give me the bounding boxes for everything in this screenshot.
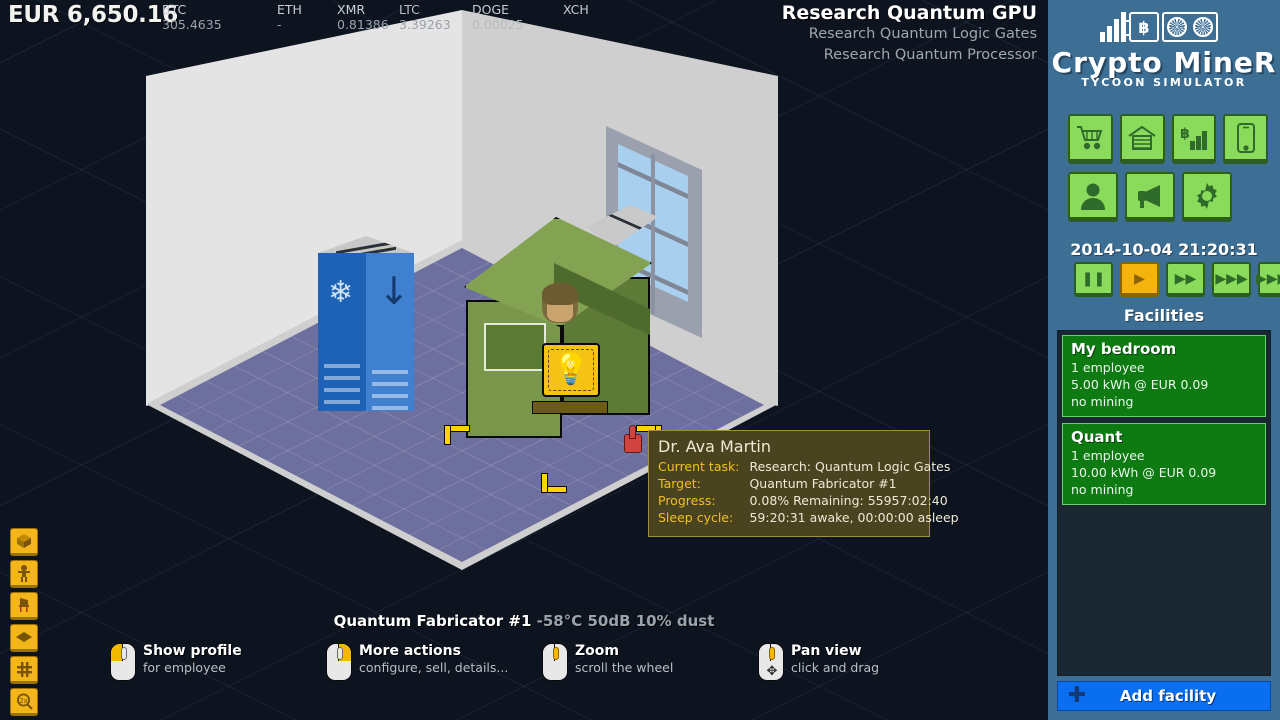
- add-facility-label: Add facility: [1119, 687, 1217, 705]
- research-queue: Research Quantum GPU Research Quantum Lo…: [782, 2, 1037, 66]
- mouse-right-click-icon: [326, 643, 352, 681]
- svg-text:฿: ฿: [1180, 126, 1190, 142]
- tooltip-row: Sleep cycle: 59:20:31 awake, 00:00:00 as…: [658, 510, 959, 525]
- arrow-down-icon: ↓: [378, 269, 410, 313]
- add-facility-button[interactable]: ✚ Add facility: [1057, 681, 1271, 711]
- facilities-title: Facilities: [1123, 306, 1205, 325]
- research-bulb-icon: 💡: [542, 343, 600, 397]
- tooltip-row: Current task: Research: Quantum Logic Ga…: [658, 459, 951, 474]
- plus-icon: ✚: [1067, 683, 1087, 708]
- megaphone-icon[interactable]: [1125, 172, 1175, 222]
- tooltip-row: Target: Quantum Fabricator #1: [658, 476, 897, 491]
- snowflake-icon: ❄: [328, 275, 354, 310]
- tooltip-employee-name: Dr. Ava Martin: [658, 437, 772, 456]
- research-next-2: Research Quantum Processor: [823, 47, 1037, 63]
- gear-icon[interactable]: [1182, 172, 1232, 222]
- warehouse-icon[interactable]: [1119, 114, 1165, 164]
- research-next-1: Research Quantum Logic Gates: [808, 26, 1037, 42]
- facility-item[interactable]: Quant 1 employee 10.00 kWh @ EUR 0.09 no…: [1062, 423, 1266, 505]
- speed-3x-button[interactable]: ▶▶▶: [1212, 262, 1251, 297]
- play-button[interactable]: ▶: [1120, 262, 1159, 297]
- bitcoin-chart-icon[interactable]: ฿: [1171, 114, 1217, 164]
- person-icon[interactable]: [10, 560, 38, 588]
- hint-zoom: Zoom scroll the wheel: [542, 643, 722, 703]
- selected-object-name: Quantum Fabricator #1: [333, 612, 532, 630]
- control-hints: Show profile for employee More actions c…: [0, 643, 1048, 703]
- mouse-wheel-drag-icon: ✥: [758, 643, 784, 681]
- hint-more-actions: More actions configure, sell, details...: [326, 643, 508, 703]
- bar-chart-icon: [1100, 12, 1126, 42]
- logo-subtitle: TYCOON SIMULATOR: [1081, 76, 1247, 89]
- tooltip-row: Progress: 0.08% Remaining: 55957:02:40: [658, 493, 948, 508]
- facility-item[interactable]: My bedroom 1 employee 5.00 kWh @ EUR 0.0…: [1062, 335, 1266, 417]
- speed-4x-button[interactable]: ▶▶▶▶: [1256, 262, 1280, 297]
- shopping-cart-icon[interactable]: [1068, 114, 1113, 164]
- facilities-list: My bedroom 1 employee 5.00 kWh @ EUR 0.0…: [1057, 330, 1271, 676]
- right-sidebar: ฿ Crypto MineR TYCOON SIMULATOR ฿ 2014-1…: [1048, 0, 1280, 720]
- employee-tooltip: Dr. Ava Martin Current task: Research: Q…: [648, 430, 959, 537]
- game-logo: ฿ Crypto MineR TYCOON SIMULATOR: [1048, 0, 1280, 104]
- pause-button[interactable]: ❚❚: [1074, 262, 1113, 297]
- mouse-left-click-icon: [110, 643, 136, 681]
- smartphone-icon[interactable]: [1223, 114, 1268, 164]
- hint-pan-view: ✥ Pan view click and drag: [758, 643, 938, 703]
- hint-show-profile: Show profile for employee: [110, 643, 290, 703]
- status-line: Quantum Fabricator #1 -58°C 50dB 10% dus…: [0, 612, 1048, 630]
- bitcoin-chip-icon: ฿: [1125, 12, 1159, 42]
- employee-avatar[interactable]: [542, 283, 578, 323]
- environment-readout: -58°C 50dB 10% dust: [536, 612, 715, 630]
- game-clock: 2014-10-04 21:20:31: [1070, 240, 1258, 259]
- speed-2x-button[interactable]: ▶▶: [1166, 262, 1205, 297]
- cooling-unit[interactable]: ❄ ↓: [318, 236, 414, 428]
- person-icon[interactable]: [1068, 172, 1118, 222]
- gpu-icon: [1162, 12, 1218, 42]
- research-current: Research Quantum GPU: [781, 2, 1037, 24]
- hand-cursor-icon: [624, 425, 642, 453]
- speed-controls: ❚❚ ▶ ▶▶ ▶▶▶ ▶▶▶▶: [1074, 262, 1280, 297]
- mouse-wheel-icon: [542, 643, 568, 681]
- logo-title: Crypto MineR: [1051, 46, 1277, 79]
- sidebar-menu: ฿: [1068, 114, 1268, 230]
- cube-icon[interactable]: [10, 528, 38, 556]
